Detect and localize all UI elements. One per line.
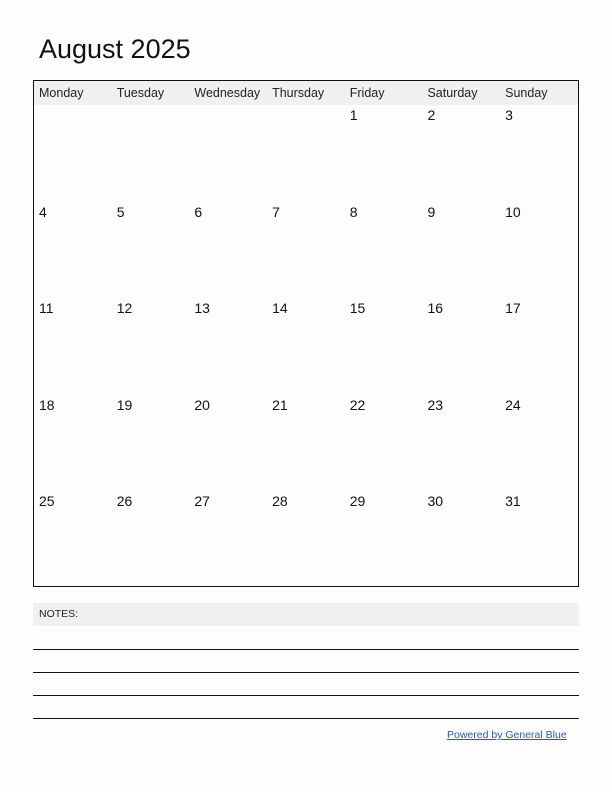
weekday-header: Sunday (505, 86, 548, 100)
weeks: 1 2 3 4 5 6 7 8 9 10 11 12 13 14 15 16 1… (34, 105, 578, 588)
week-row: 1 2 3 (34, 105, 578, 202)
weekday-header-row: Monday Tuesday Wednesday Thursday Friday… (34, 81, 578, 105)
calendar-grid: Monday Tuesday Wednesday Thursday Friday… (33, 80, 579, 587)
day-cell: 4 (39, 203, 47, 220)
weekday-header: Wednesday (194, 86, 261, 100)
day-cell (189, 105, 267, 202)
day-cell: 11 (39, 300, 54, 316)
day-cell (34, 105, 112, 202)
day-cell: 5 (116, 203, 125, 220)
day-cell: 31 (505, 493, 521, 509)
day-cell: 7 (272, 203, 280, 220)
notes-line (33, 695, 579, 696)
notes-line (33, 672, 579, 673)
weekday-header: Saturday (427, 86, 478, 100)
weekday-header: Tuesday (116, 86, 165, 100)
day-cell: 2 (427, 107, 436, 123)
day-cell (267, 105, 345, 202)
page-title: August 2025 (39, 34, 191, 64)
day-cell: 21 (272, 396, 288, 413)
day-cell: 6 (194, 203, 203, 220)
weekday-header: Thursday (272, 86, 325, 100)
day-cell: 24 (505, 396, 521, 413)
day-cell: 1 (349, 107, 358, 123)
notes-line (33, 718, 579, 719)
day-cell (112, 105, 190, 202)
day-cell: 19 (116, 396, 133, 413)
week-row: 18 19 20 21 22 23 24 (34, 395, 578, 492)
week-row: 25 26 27 28 29 30 31 (34, 491, 578, 588)
day-cell: 14 (272, 300, 288, 316)
day-cell: 12 (116, 300, 133, 316)
notes-header: NOTES: (33, 603, 579, 626)
notes-label: NOTES: (39, 608, 79, 620)
day-cell: 30 (427, 493, 444, 509)
day-cell: 15 (349, 300, 366, 316)
day-cell: 28 (272, 493, 288, 509)
day-cell: 9 (427, 203, 436, 220)
day-cell: 23 (427, 396, 444, 413)
powered-by-link[interactable]: Powered by General Blue (447, 729, 567, 741)
day-cell: 13 (194, 300, 210, 316)
day-cell: 8 (349, 203, 358, 220)
weekday-header: Friday (349, 86, 385, 100)
day-cell: 3 (505, 107, 513, 123)
day-cell: 16 (427, 300, 444, 316)
day-cell: 26 (116, 493, 133, 509)
day-cell: 17 (505, 300, 521, 316)
day-cell: 22 (349, 396, 366, 413)
day-cell: 10 (505, 203, 521, 220)
day-cell: 25 (39, 493, 55, 509)
week-row: 11 12 13 14 15 16 17 (34, 298, 578, 395)
week-row: 4 5 6 7 8 9 10 (34, 202, 578, 299)
notes-line (33, 649, 579, 650)
day-cell: 29 (349, 493, 366, 509)
weekday-header: Monday (39, 86, 84, 100)
day-cell: 20 (194, 396, 210, 413)
day-cell: 27 (194, 493, 210, 509)
day-cell: 18 (39, 396, 55, 413)
